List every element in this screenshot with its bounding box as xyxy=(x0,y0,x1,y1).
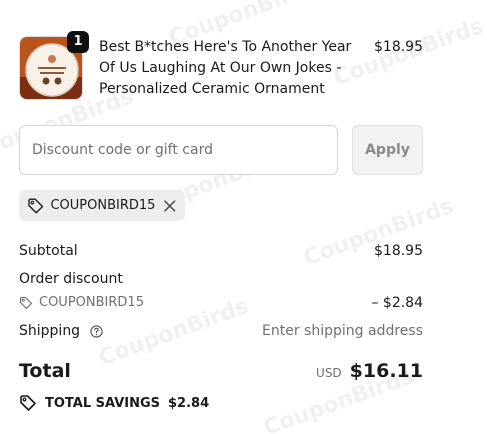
subtotal-row: Subtotal $18.95 xyxy=(19,243,423,259)
currency-code: USD xyxy=(316,366,342,380)
order-discount-row: Order discount xyxy=(19,271,423,287)
applied-discount-chip: COUPONBIRD15 xyxy=(19,190,185,221)
applied-discount-code: COUPONBIRD15 xyxy=(50,198,156,213)
shipping-label: Shipping xyxy=(19,323,81,339)
order-discount-code: COUPONBIRD15 xyxy=(39,295,144,310)
quantity-badge: 1 xyxy=(67,31,89,53)
discount-code-input[interactable]: Discount code or gift card xyxy=(19,125,338,175)
total-amount: USD $16.11 xyxy=(316,360,423,382)
order-discount-code-row: COUPONBIRD15 – $2.84 xyxy=(19,295,423,311)
help-icon[interactable] xyxy=(89,324,103,338)
watermark: CouponBirds xyxy=(300,193,457,272)
total-value: $16.11 xyxy=(349,360,423,382)
cart-line-item: 1 Best B*tches Here's To Another Year Of… xyxy=(19,31,423,104)
savings-value: $2.84 xyxy=(168,395,210,411)
subtotal-label: Subtotal xyxy=(19,243,78,259)
apply-button[interactable]: Apply xyxy=(352,125,423,175)
subtotal-value: $18.95 xyxy=(374,243,423,259)
total-savings: TOTAL SAVINGS $2.84 xyxy=(19,394,209,412)
tag-icon xyxy=(19,296,33,309)
total-label: Total xyxy=(19,360,71,382)
shipping-row: Shipping Enter shipping address xyxy=(19,323,423,339)
close-icon[interactable] xyxy=(163,199,177,213)
product-price: $18.95 xyxy=(374,39,423,55)
order-discount-label: Order discount xyxy=(19,271,123,287)
order-discount-value: – $2.84 xyxy=(371,295,423,311)
tag-icon xyxy=(28,198,44,213)
product-title: Best B*tches Here's To Another Year Of U… xyxy=(99,39,352,97)
tag-icon xyxy=(20,395,36,411)
shipping-value: Enter shipping address xyxy=(262,323,423,339)
savings-label: TOTAL SAVINGS xyxy=(45,395,161,411)
